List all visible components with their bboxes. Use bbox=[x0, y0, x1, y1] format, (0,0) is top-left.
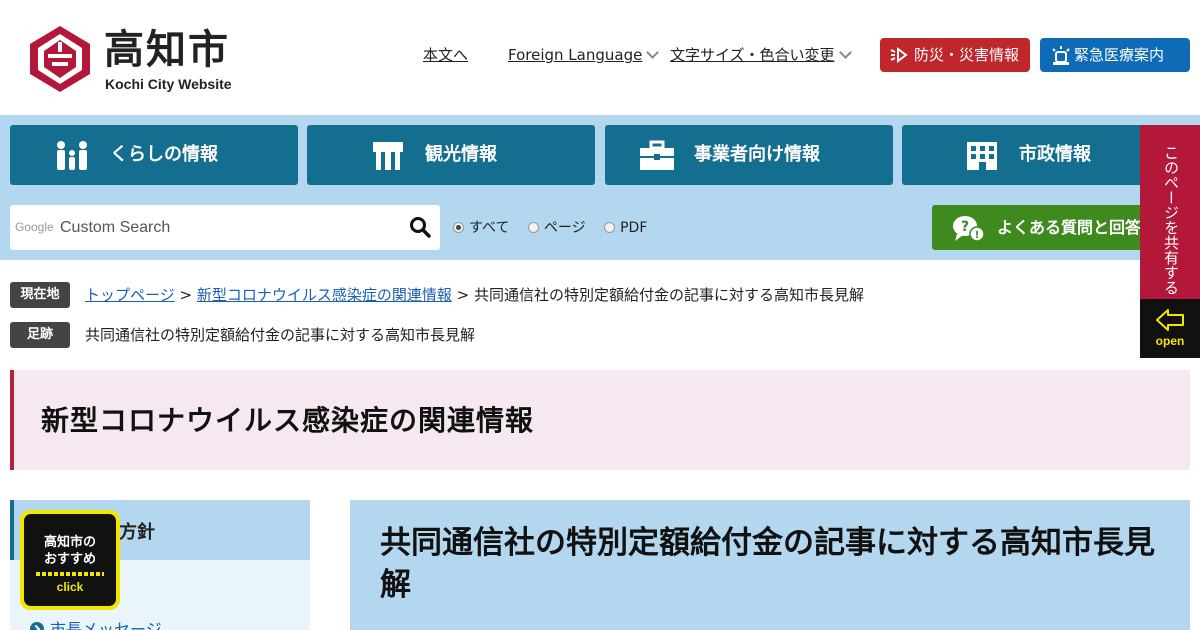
breadcrumb-link-covid[interactable]: 新型コロナウイルス感染症の関連情報 bbox=[197, 286, 452, 304]
radio-dot bbox=[527, 222, 539, 233]
scope-all-radio[interactable]: すべて bbox=[453, 217, 509, 237]
briefcase-icon bbox=[640, 140, 674, 170]
arrow-left-icon bbox=[1156, 309, 1184, 331]
site-search: Google bbox=[10, 205, 440, 250]
breadcrumb-separator: > bbox=[179, 286, 193, 304]
search-icon[interactable] bbox=[408, 215, 432, 239]
section-title-box: 新型コロナウイルス感染症の関連情報 bbox=[10, 370, 1190, 470]
emergency-medical-button[interactable]: 緊急医療案内 bbox=[1040, 38, 1190, 72]
recommend-badge[interactable]: 高知市の おすすめ click bbox=[20, 510, 120, 610]
text-size-label: 文字サイズ・色合い変更 bbox=[670, 46, 835, 64]
nav-living-info[interactable]: くらしの情報 bbox=[10, 125, 298, 185]
sidebar-item-label: 市長メッセージ bbox=[50, 620, 162, 630]
emergency-light-icon bbox=[1052, 46, 1070, 65]
scope-page-label: ページ bbox=[543, 220, 586, 236]
family-icon bbox=[57, 141, 87, 170]
question-bubble-icon: ? ! bbox=[953, 216, 984, 242]
dining-icon bbox=[373, 142, 403, 170]
recommend-badge-inner: 高知市の おすすめ click bbox=[24, 514, 116, 606]
navigation-band: くらしの情報 観光情報 事業者向け情報 市政情報 Google Custom S… bbox=[0, 115, 1200, 260]
disaster-info-label: 防災・災害情報 bbox=[914, 46, 1020, 64]
radio-dot bbox=[453, 222, 464, 233]
breadcrumb: トップページ > 新型コロナウイルス感染症の関連情報 > 共同通信社の特別定額給… bbox=[85, 284, 864, 306]
share-side-tab-label: このページを共有する bbox=[1162, 145, 1180, 295]
nav-business-label: 事業者向け情報 bbox=[694, 144, 820, 165]
breadcrumb-current: 共同通信社の特別定額給付金の記事に対する高知市長見解 bbox=[474, 286, 865, 304]
text-size-menu[interactable]: 文字サイズ・色合い変更 bbox=[670, 44, 852, 66]
recommend-badge-text: 高知市の おすすめ bbox=[24, 534, 116, 568]
siren-icon bbox=[890, 47, 908, 63]
scope-all-label: すべて bbox=[469, 220, 510, 236]
breadcrumb-link-top[interactable]: トップページ bbox=[85, 286, 175, 304]
sidebar-heading: 方針 bbox=[119, 522, 155, 543]
search-scope-group: すべて ページ PDF bbox=[453, 217, 661, 237]
building-icon bbox=[967, 142, 997, 170]
nav-business-info[interactable]: 事業者向け情報 bbox=[605, 125, 893, 185]
history-item: 共同通信社の特別定額給付金の記事に対する高知市長見解 bbox=[85, 326, 476, 344]
breadcrumb-separator: > bbox=[456, 286, 470, 304]
open-side-tab-button[interactable]: open bbox=[1140, 299, 1200, 358]
chevron-down-icon bbox=[838, 46, 852, 59]
recommend-click-label: click bbox=[56, 580, 84, 594]
nav-living-label: くらしの情報 bbox=[110, 144, 218, 165]
foreign-language-menu[interactable]: Foreign Language bbox=[508, 44, 660, 66]
current-location-tag: 現在地 bbox=[10, 282, 70, 308]
article-title: 共同通信社の特別定額給付金の記事に対する高知市長見解 bbox=[380, 525, 1155, 603]
arrow-right-icon bbox=[30, 622, 44, 630]
chevron-down-icon bbox=[646, 46, 660, 59]
history-tag: 足跡 bbox=[10, 322, 70, 348]
search-input[interactable] bbox=[10, 205, 400, 250]
article-header: 共同通信社の特別定額給付金の記事に対する高知市長見解 bbox=[350, 500, 1190, 630]
logo-title: 高知市 bbox=[104, 27, 230, 73]
skip-to-content-link[interactable]: 本文へ bbox=[423, 44, 468, 66]
foreign-language-label: Foreign Language bbox=[508, 46, 643, 64]
sidebar-item-mayor-message[interactable]: 市長メッセージ bbox=[30, 616, 162, 630]
svg-text:!: ! bbox=[975, 230, 980, 241]
faq-label: よくある質問と回答 bbox=[997, 218, 1142, 237]
scope-pdf-label: PDF bbox=[620, 220, 648, 236]
recommend-line-2: おすすめ bbox=[43, 552, 96, 567]
hazard-stripe bbox=[36, 572, 104, 576]
svg-text:?: ? bbox=[961, 219, 969, 235]
nav-tourism-label: 観光情報 bbox=[425, 144, 497, 165]
scope-pdf-radio[interactable]: PDF bbox=[604, 220, 647, 236]
city-emblem-icon bbox=[30, 26, 90, 92]
nav-tourism-info[interactable]: 観光情報 bbox=[307, 125, 595, 185]
site-header: 高知市 Kochi City Website 本文へ Foreign Langu… bbox=[0, 0, 1200, 115]
site-logo[interactable]: 高知市 Kochi City Website bbox=[28, 24, 238, 96]
share-side-tab[interactable]: このページを共有する bbox=[1140, 125, 1200, 299]
open-label: open bbox=[1155, 334, 1185, 348]
emergency-medical-label: 緊急医療案内 bbox=[1074, 46, 1165, 64]
disaster-info-button[interactable]: 防災・災害情報 bbox=[880, 38, 1030, 72]
section-title: 新型コロナウイルス感染症の関連情報 bbox=[41, 404, 535, 437]
logo-subtitle: Kochi City Website bbox=[105, 76, 232, 92]
nav-city-admin-label: 市政情報 bbox=[1019, 144, 1091, 165]
recommend-line-1: 高知市の bbox=[43, 535, 96, 550]
radio-dot bbox=[604, 222, 616, 233]
scope-page-radio[interactable]: ページ bbox=[527, 217, 586, 237]
